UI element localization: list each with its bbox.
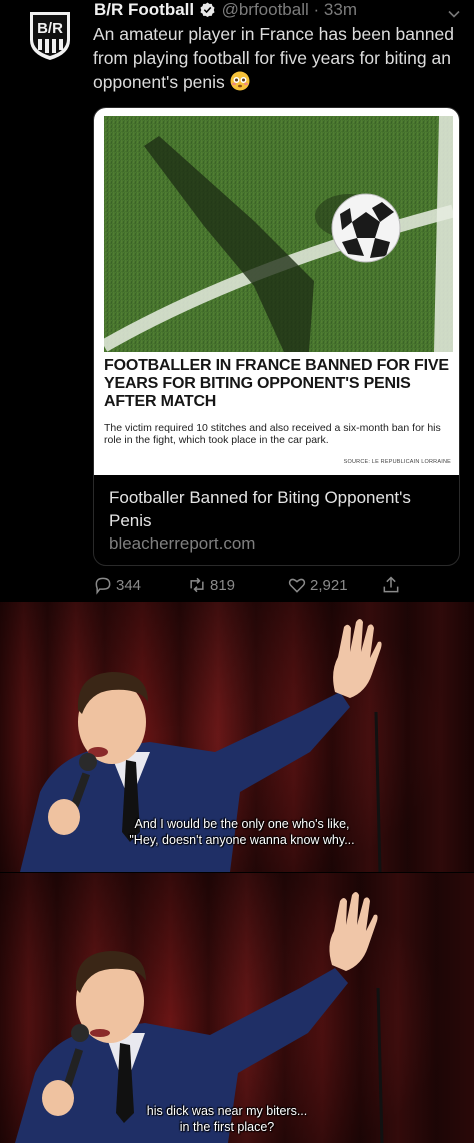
tweet: B/R B/R Football @brfootball · 33m An am… (0, 0, 474, 602)
tweet-actions: 344 819 2,921 (93, 574, 463, 600)
heart-icon (288, 578, 306, 593)
card-image: FOOTBALLER IN FRANCE BANNED FOR FIVE YEA… (94, 108, 459, 475)
flushed-face-emoji-icon (230, 71, 250, 91)
image-headline: FOOTBALLER IN FRANCE BANNED FOR FIVE YEA… (104, 357, 449, 410)
caption-line-1: his dick was near my biters... (146, 1104, 308, 1118)
link-preview-card[interactable]: FOOTBALLER IN FRANCE BANNED FOR FIVE YEA… (93, 107, 460, 566)
retweet-button[interactable]: 819 (187, 574, 235, 596)
card-domain[interactable]: bleacherreport.com (109, 534, 255, 554)
chevron-down-icon[interactable] (446, 6, 462, 22)
caption-line-2: "Hey, doesn't anyone wanna know why... (129, 833, 355, 847)
tweet-header: B/R Football @brfootball · 33m (94, 0, 357, 20)
meta-separator: · (313, 0, 320, 19)
tweet-text: An amateur player in France has been ban… (93, 22, 463, 94)
football-pitch-photo (104, 116, 453, 352)
caption-line-2: in the first place? (179, 1120, 275, 1134)
comedian-panel-2: his dick was near my biters... in the fi… (0, 873, 474, 1143)
image-source: SOURCE: LE REPUBLICAIN LORRAINE (343, 459, 451, 465)
image-subline: The victim required 10 stitches and also… (104, 422, 441, 446)
retweet-count: 819 (210, 576, 236, 594)
card-title[interactable]: Footballer Banned for Biting Opponent's … (109, 486, 439, 532)
share-button[interactable] (381, 574, 404, 596)
svg-text:B/R: B/R (37, 20, 63, 37)
reply-count: 344 (116, 576, 142, 594)
share-icon (383, 576, 399, 593)
tweet-timestamp[interactable]: 33m (324, 0, 357, 19)
tweet-text-body: An amateur player in France has been ban… (93, 24, 454, 92)
author-name[interactable]: B/R Football (94, 0, 194, 19)
comedian-panel-1: And I would be the only one who's like, … (0, 602, 474, 872)
like-button[interactable]: 2,921 (287, 574, 348, 596)
verified-badge-icon (200, 2, 215, 17)
caption-line-1: And I would be the only one who's like, (134, 817, 350, 831)
author-handle[interactable]: @brfootball (222, 0, 309, 19)
subtitle-caption: And I would be the only one who's like, … (5, 816, 474, 848)
like-count: 2,921 (310, 576, 348, 594)
subtitle-caption: his dick was near my biters... in the fi… (0, 1103, 464, 1135)
br-football-avatar[interactable]: B/R (28, 10, 72, 62)
reply-icon (95, 577, 111, 595)
retweet-icon (190, 577, 204, 593)
reply-button[interactable]: 344 (93, 574, 141, 596)
